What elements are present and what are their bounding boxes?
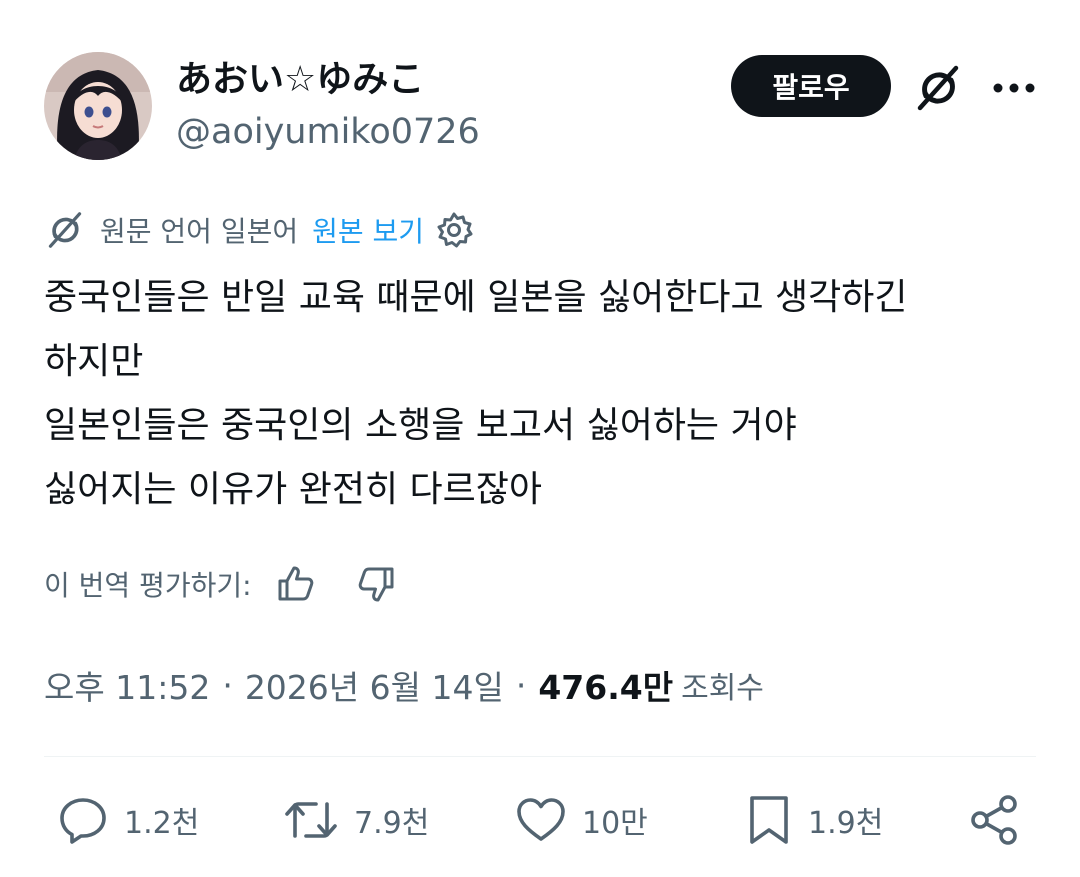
tweet-time[interactable]: 오후 11:52 bbox=[44, 661, 210, 709]
tweet-line: 싫어지는 이유가 완전히 다르잖아 bbox=[44, 469, 543, 510]
gear-icon[interactable] bbox=[434, 210, 474, 250]
thumbs-down-button[interactable] bbox=[352, 560, 400, 608]
tweet-line: 하지만 bbox=[44, 341, 144, 382]
reply-button[interactable]: 1.2천 bbox=[56, 792, 199, 848]
thumbs-up-button[interactable] bbox=[272, 560, 320, 608]
like-button[interactable]: 10만 bbox=[514, 792, 648, 848]
grok-icon bbox=[917, 65, 959, 111]
views-count[interactable]: 476.4만 bbox=[538, 661, 673, 709]
more-icon bbox=[993, 83, 1035, 93]
thumbs-up-icon bbox=[278, 566, 313, 601]
more-button[interactable] bbox=[984, 58, 1044, 118]
bookmark-icon bbox=[750, 796, 788, 844]
share-icon bbox=[971, 795, 1017, 845]
divider bbox=[44, 756, 1036, 757]
tweet-line: 중국인들은 반일 교육 때문에 일본을 싫어한다고 생각하긴 bbox=[44, 277, 908, 318]
translation-bar: 원문 언어 일본어 원본 보기 bbox=[44, 206, 474, 254]
retweet-icon bbox=[285, 802, 337, 838]
views-label[interactable]: 조회수 bbox=[681, 663, 764, 707]
meta-separator: · bbox=[515, 665, 527, 705]
tweet-date[interactable]: 2026년 6월 14일 bbox=[245, 661, 504, 709]
avatar[interactable] bbox=[44, 52, 152, 160]
like-count: 10만 bbox=[582, 806, 648, 841]
bookmark-count: 1.9천 bbox=[808, 806, 884, 841]
meta-separator: · bbox=[222, 665, 233, 705]
grok-button[interactable] bbox=[908, 58, 968, 118]
original-language-label: 원문 언어 일본어 bbox=[100, 215, 299, 248]
heart-icon bbox=[517, 798, 565, 841]
grok-translate-icon bbox=[48, 212, 82, 248]
translation-rating: 이 번역 평가하기: bbox=[44, 558, 400, 610]
retweet-button[interactable]: 7.9천 bbox=[282, 792, 429, 848]
show-original-link[interactable]: 원본 보기 bbox=[312, 210, 424, 250]
display-name[interactable]: あおい☆ゆみこ bbox=[176, 58, 424, 102]
reply-count: 1.2천 bbox=[124, 806, 200, 841]
tweet-line: 일본인들은 중국인의 소행을 보고서 싫어하는 거야 bbox=[44, 405, 797, 446]
bookmark-button[interactable]: 1.9천 bbox=[744, 792, 883, 848]
thumbs-down-icon bbox=[358, 567, 394, 602]
reply-icon bbox=[60, 798, 106, 844]
user-handle[interactable]: @aoiyumiko0726 bbox=[176, 110, 480, 154]
tweet-meta: 오후 11:52 · 2026년 6월 14일 · 476.4만 조회수 bbox=[44, 660, 764, 710]
retweet-count: 7.9천 bbox=[354, 806, 430, 841]
tweet-text: 중국인들은 반일 교육 때문에 일본을 싫어한다고 생각하긴 하지만 일본인들은… bbox=[44, 266, 1044, 522]
follow-button[interactable]: 팔로우 bbox=[731, 55, 891, 117]
rate-translation-label: 이 번역 평가하기: bbox=[44, 569, 252, 602]
share-button[interactable] bbox=[966, 792, 1022, 848]
